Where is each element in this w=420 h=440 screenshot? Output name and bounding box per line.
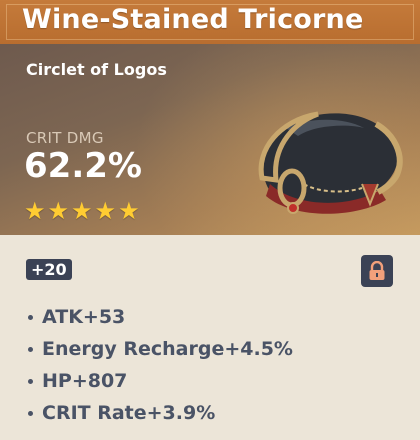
star-icon: ★ — [24, 197, 46, 225]
bullet-icon — [28, 378, 33, 384]
substat-item: CRIT Rate+3.9% — [28, 397, 293, 429]
artifact-card: Wine-Stained Tricorne Circlet of Logos C… — [0, 0, 420, 440]
main-stat-label: CRIT DMG — [26, 129, 104, 147]
substat-item: ATK+53 — [28, 301, 293, 333]
bullet-icon — [28, 346, 33, 352]
tricorne-hat-icon — [258, 111, 403, 214]
level-badge: +20 — [26, 259, 72, 280]
star-icon: ★ — [71, 197, 93, 225]
lock-icon — [369, 261, 385, 280]
star-icon: ★ — [118, 197, 140, 225]
title-bar: Wine-Stained Tricorne — [0, 0, 420, 44]
rarity-stars: ★ ★ ★ ★ ★ — [24, 199, 140, 223]
artifact-slot: Circlet of Logos — [26, 60, 167, 79]
artifact-header: Circlet of Logos CRIT DMG 62.2% ★ ★ ★ ★ … — [0, 44, 420, 235]
substat-text: CRIT Rate+3.9% — [42, 402, 216, 424]
lock-button[interactable] — [361, 255, 393, 287]
substat-text: HP+807 — [42, 370, 128, 392]
bullet-icon — [28, 314, 33, 320]
substat-text: ATK+53 — [42, 306, 126, 328]
substat-item: HP+807 — [28, 365, 293, 397]
substat-list: ATK+53 Energy Recharge+4.5% HP+807 CRIT … — [28, 301, 293, 429]
artifact-details: +20 ATK+53 Energy Recharge+4.5% HP+807 C… — [0, 235, 420, 440]
star-icon: ★ — [94, 197, 117, 225]
substat-text: Energy Recharge+4.5% — [42, 338, 293, 360]
artifact-name: Wine-Stained Tricorne — [22, 4, 364, 35]
bullet-icon — [28, 410, 33, 416]
star-icon: ★ — [47, 197, 70, 225]
main-stat-value: 62.2% — [24, 146, 142, 186]
substat-item: Energy Recharge+4.5% — [28, 333, 293, 365]
